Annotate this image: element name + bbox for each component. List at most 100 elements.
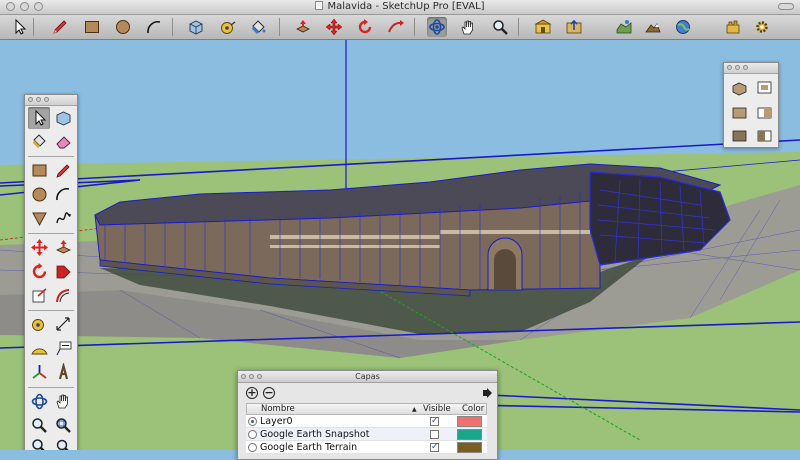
plus-icon: + <box>247 386 257 399</box>
orbit-icon <box>31 393 47 409</box>
make-component-tool-button[interactable] <box>186 17 206 37</box>
hand-icon <box>56 394 68 408</box>
layer-visible-checkbox[interactable]: ✓ <box>430 417 439 426</box>
layer-color-swatch[interactable] <box>457 442 482 453</box>
palette-select-button[interactable] <box>28 107 50 129</box>
palette-paint-button[interactable] <box>28 130 50 152</box>
paint-bucket-icon <box>252 20 266 34</box>
palette-follow-me-button[interactable] <box>52 260 74 282</box>
arc-icon <box>55 187 69 200</box>
share-model-tool-button[interactable] <box>564 17 584 37</box>
zoom-tool-button[interactable] <box>490 17 510 37</box>
column-header-visible[interactable]: Visible <box>423 404 451 415</box>
layer-visible-checkbox[interactable] <box>430 430 439 439</box>
palette-polygon-button[interactable] <box>28 207 50 229</box>
minus-icon: − <box>264 386 274 399</box>
component-icon <box>189 20 203 35</box>
add-layer-button[interactable]: + <box>246 387 258 399</box>
follow-me-tool-button[interactable] <box>386 17 406 37</box>
get-models-tool-button[interactable] <box>533 17 553 37</box>
pan-tool-button[interactable] <box>458 17 478 37</box>
extension-manager-tool-button[interactable] <box>752 17 772 37</box>
layer-name[interactable]: Google Earth Terrain <box>260 441 357 454</box>
palette-pan-button[interactable] <box>52 390 74 412</box>
zoom-extents-icon <box>31 438 45 450</box>
palette-rectangle-button[interactable] <box>28 159 50 181</box>
paint-bucket-tool-button[interactable] <box>248 17 268 37</box>
view-top-button[interactable] <box>753 76 775 98</box>
tool-palette-header[interactable] <box>25 95 77 106</box>
arc-tool-button[interactable] <box>144 17 164 37</box>
push-pull-tool-button[interactable] <box>293 17 313 37</box>
front-view-icon <box>732 107 746 118</box>
palette-scale-button[interactable] <box>28 284 50 306</box>
place-model-tool-button[interactable] <box>673 17 693 37</box>
views-palette-header[interactable] <box>724 63 778 74</box>
layer-name[interactable]: Layer0 <box>260 415 293 428</box>
window-title-text: Malavida - SketchUp Pro [EVAL] <box>327 1 485 12</box>
toolbar-toggle-button[interactable] <box>778 3 794 10</box>
palette-protractor-button[interactable] <box>28 337 50 359</box>
palette-move-button[interactable] <box>28 236 50 258</box>
palette-3d-text-button[interactable] <box>52 361 74 383</box>
view-front-button[interactable] <box>728 101 750 123</box>
line-tool-button[interactable] <box>50 17 70 37</box>
circle-icon <box>116 20 130 34</box>
magnifier-icon <box>493 20 508 35</box>
palette-eraser-button[interactable] <box>52 130 74 152</box>
palette-text-button[interactable] <box>52 337 74 359</box>
palette-circle-button[interactable] <box>28 183 50 205</box>
warehouse-icon <box>534 19 552 34</box>
column-header-name[interactable]: Nombre <box>261 404 295 415</box>
move-tool-button[interactable] <box>324 17 344 37</box>
palette-zoom-window-button[interactable] <box>52 414 74 436</box>
layer-row[interactable]: Google Earth Terrain ✓ <box>246 441 487 454</box>
palette-line-button[interactable] <box>52 159 74 181</box>
details-arrow-icon[interactable] <box>481 387 493 399</box>
active-layer-radio[interactable] <box>248 417 257 426</box>
toggle-terrain-tool-button[interactable] <box>643 17 663 37</box>
palette-zoom-button[interactable] <box>28 414 50 436</box>
layer-row[interactable]: Google Earth Snapshot <box>246 428 487 441</box>
window-title: Malavida - SketchUp Pro [EVAL] <box>0 0 800 14</box>
select-tool-button[interactable] <box>10 17 30 37</box>
palette-zoom-extents-button[interactable] <box>28 435 50 450</box>
palette-previous-view-button[interactable] <box>52 435 74 450</box>
view-right-button[interactable] <box>753 101 775 123</box>
rotate-tool-button[interactable] <box>355 17 375 37</box>
magnifier-icon <box>31 417 47 433</box>
column-header-color[interactable]: Color <box>462 404 484 415</box>
layer-name[interactable]: Google Earth Snapshot <box>260 428 369 441</box>
get-current-view-tool-button[interactable] <box>614 17 634 37</box>
palette-push-pull-button[interactable] <box>52 236 74 258</box>
layer-color-swatch[interactable] <box>457 429 482 440</box>
share-model-icon <box>566 19 582 34</box>
follow-me-icon <box>388 20 404 33</box>
extension-warehouse-tool-button[interactable] <box>723 17 743 37</box>
delete-layer-button[interactable]: − <box>263 387 275 399</box>
palette-arc-button[interactable] <box>52 183 74 205</box>
view-left-button[interactable] <box>753 124 775 146</box>
active-layer-radio[interactable] <box>248 430 257 439</box>
view-iso-button[interactable] <box>728 76 750 98</box>
palette-axes-button[interactable] <box>28 361 50 383</box>
palette-rotate-button[interactable] <box>28 260 50 282</box>
palette-freehand-button[interactable] <box>52 207 74 229</box>
offset-icon <box>55 288 69 302</box>
tape-measure-tool-button[interactable] <box>218 17 238 37</box>
palette-orbit-button[interactable] <box>28 390 50 412</box>
palette-dimension-button[interactable] <box>52 313 74 335</box>
window-title-bar: Malavida - SketchUp Pro [EVAL] <box>0 0 800 15</box>
layer-row[interactable]: Layer0 ✓ <box>246 415 487 428</box>
layer-color-swatch[interactable] <box>457 416 482 427</box>
layer-visible-checkbox[interactable]: ✓ <box>430 443 439 452</box>
palette-component-button[interactable] <box>52 107 74 129</box>
orbit-tool-button[interactable] <box>427 17 447 37</box>
palette-offset-button[interactable] <box>52 284 74 306</box>
circle-tool-button[interactable] <box>113 17 133 37</box>
layers-dialog-header[interactable]: Capas <box>238 371 497 383</box>
view-back-button[interactable] <box>728 124 750 146</box>
active-layer-radio[interactable] <box>248 443 257 452</box>
palette-tape-measure-button[interactable] <box>28 313 50 335</box>
rectangle-tool-button[interactable] <box>82 17 102 37</box>
